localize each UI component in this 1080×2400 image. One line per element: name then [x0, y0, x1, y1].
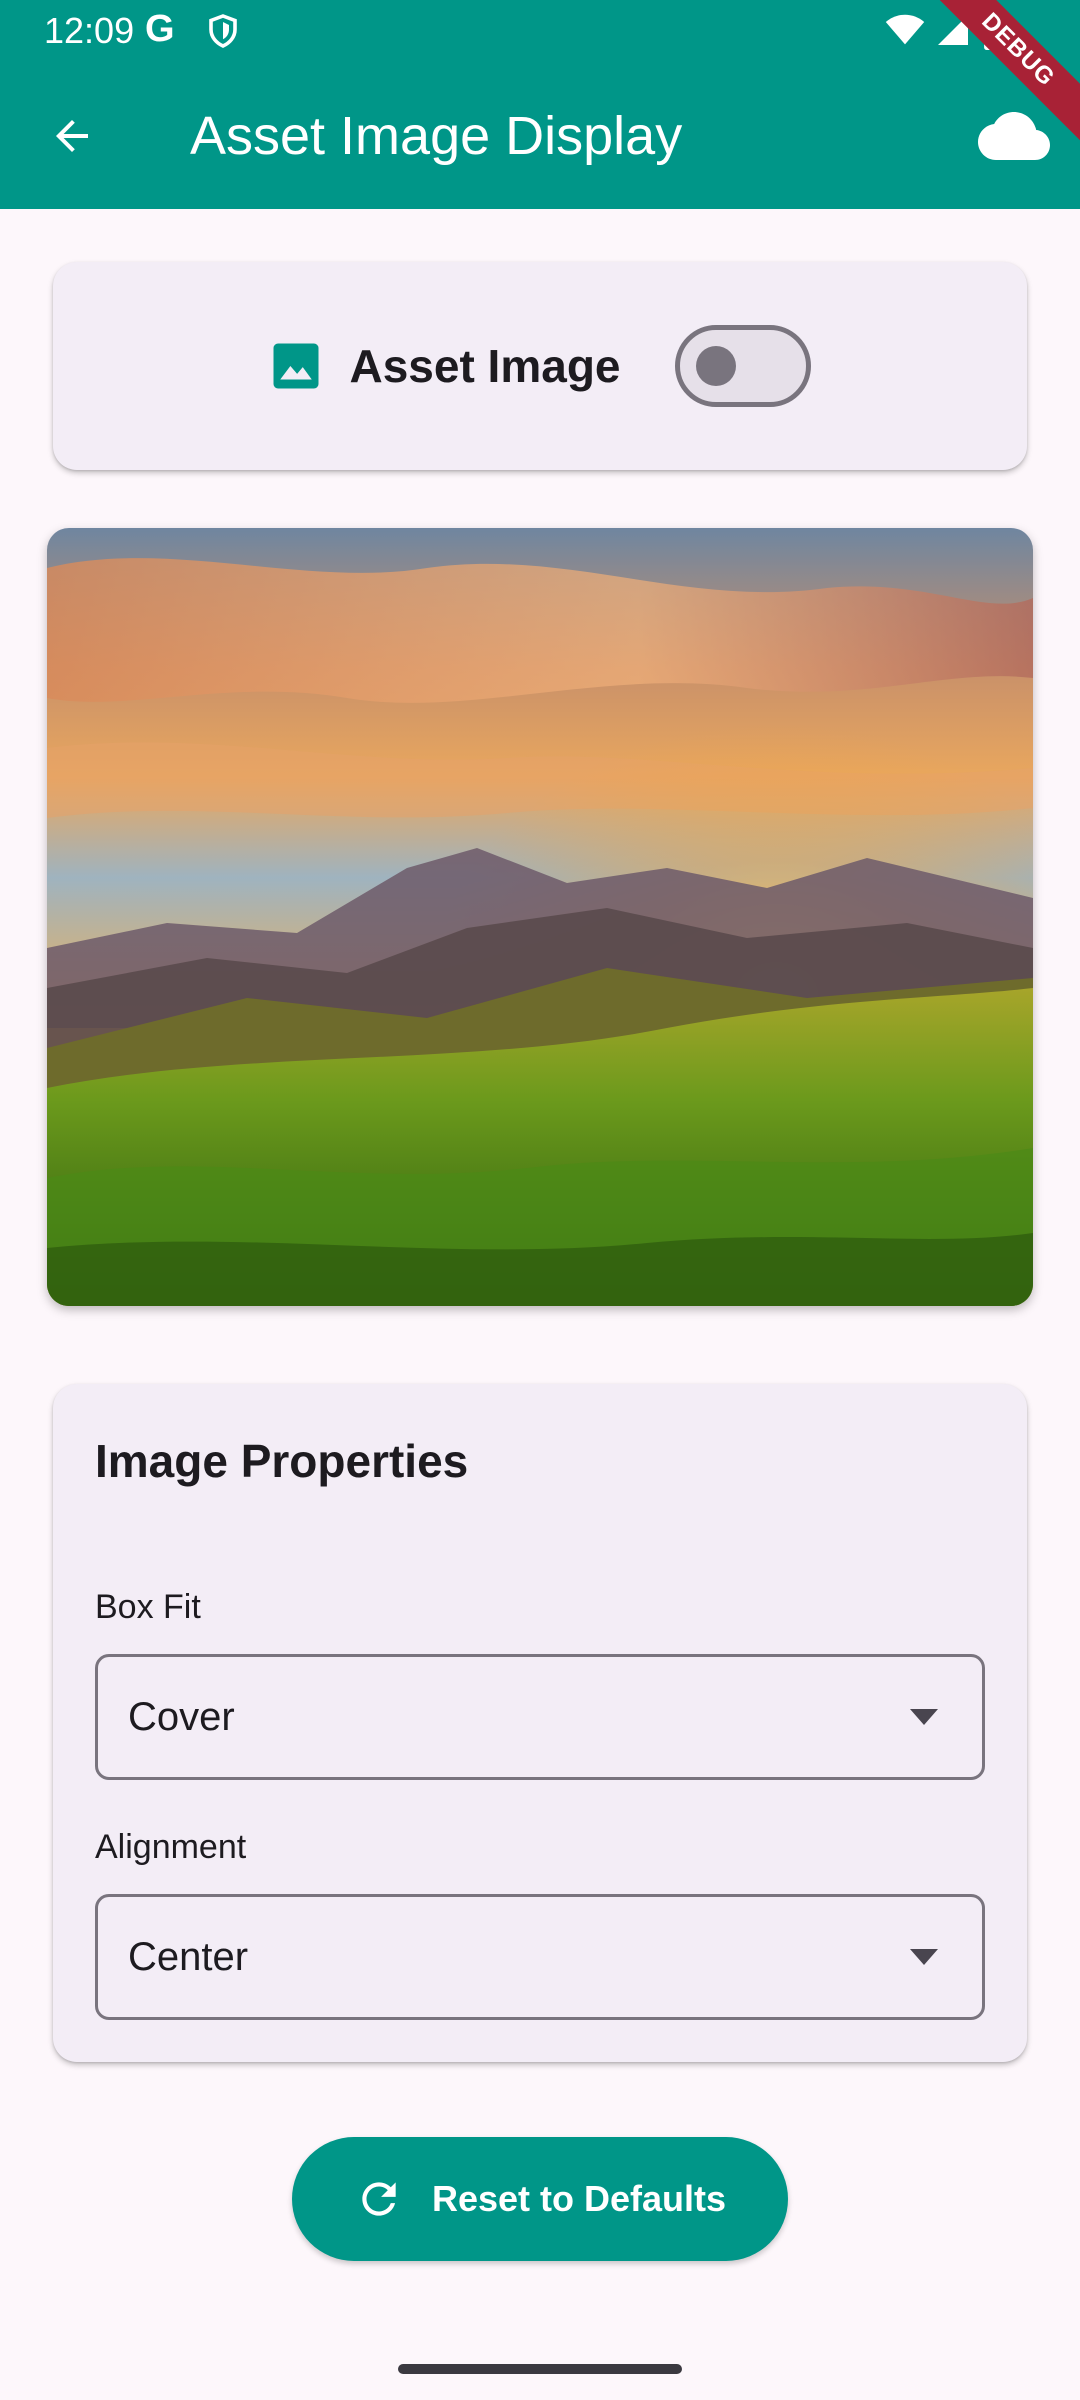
shield-icon — [209, 14, 237, 48]
reset-to-defaults-button[interactable]: Reset to Defaults — [292, 2137, 788, 2261]
landscape-image — [47, 528, 1033, 1306]
image-properties-card: Image Properties Box Fit Cover Alignment… — [53, 1384, 1027, 2062]
alignment-dropdown[interactable]: Center — [95, 1894, 985, 2020]
alignment-label: Alignment — [95, 1828, 247, 1866]
google-icon: G — [145, 8, 175, 50]
sunset-mountain-photo — [47, 528, 1033, 1306]
asset-image-label: Asset Image — [349, 340, 621, 392]
home-indicator[interactable] — [398, 2364, 682, 2374]
box-fit-dropdown[interactable]: Cover — [95, 1654, 985, 1780]
reset-button-label: Reset to Defaults — [431, 2178, 727, 2219]
asset-image-toggle-card: Asset Image — [53, 262, 1027, 470]
status-time: 12:09 — [44, 10, 135, 51]
page-title: Asset Image Display — [190, 106, 683, 166]
dropdown-arrow-icon — [910, 1709, 938, 1725]
app-bar: 12:09 G DEBUG Asset Image Display — [0, 0, 1080, 209]
dropdown-arrow-icon — [910, 1949, 938, 1965]
cloud-icon[interactable] — [978, 106, 1050, 166]
arrow-back-icon — [56, 120, 88, 152]
image-icon — [273, 343, 319, 389]
box-fit-label: Box Fit — [95, 1588, 201, 1626]
refresh-icon — [362, 2182, 396, 2216]
status-bar: 12:09 G — [0, 0, 1080, 62]
image-properties-title: Image Properties — [95, 1435, 469, 1487]
switch-thumb — [695, 346, 736, 386]
wifi-icon — [885, 14, 925, 45]
back-button[interactable] — [36, 100, 108, 172]
alignment-value: Center — [128, 1934, 249, 1979]
box-fit-value: Cover — [128, 1694, 235, 1739]
asset-image-switch[interactable] — [674, 325, 811, 407]
toggle-row: Asset Image — [53, 262, 1027, 470]
